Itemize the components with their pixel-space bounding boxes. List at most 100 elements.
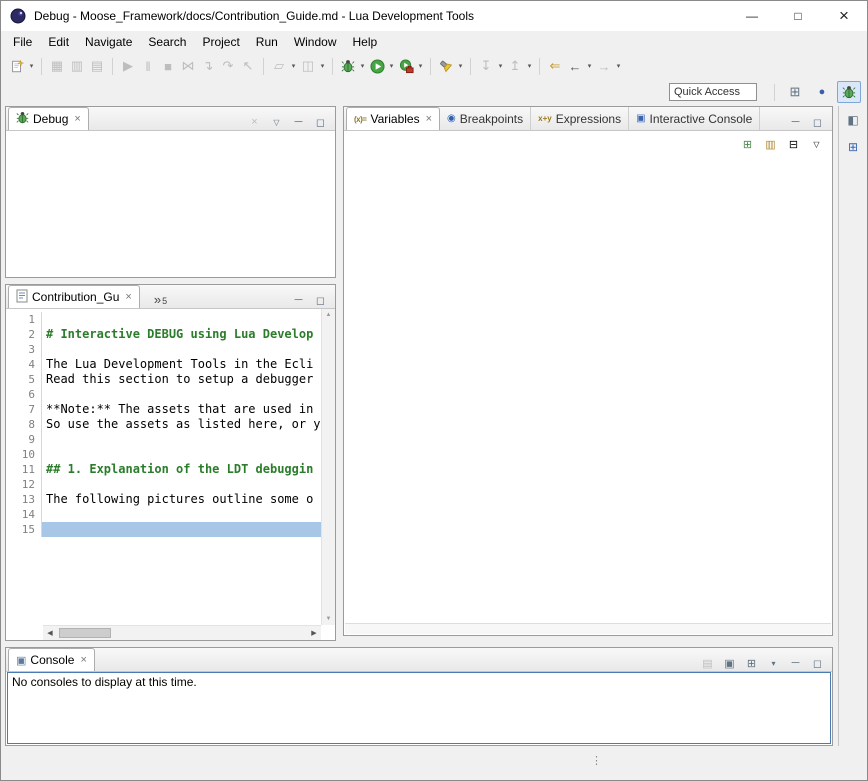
variables-view-content[interactable] (345, 157, 831, 623)
resume-button[interactable]: ▶ (118, 55, 138, 77)
tab-interactive-console[interactable]: ▣ Interactive Console (629, 107, 760, 130)
close-icon[interactable]: × (426, 113, 432, 125)
pin-console-icon[interactable]: ▤ (700, 655, 715, 671)
editor-horizontal-scrollbar[interactable]: ◀ ▶ (43, 625, 321, 640)
step-over-button[interactable]: ↷ (218, 55, 238, 77)
tab-expressions[interactable]: x+y Expressions (531, 107, 629, 130)
next-annotation-dropdown-icon[interactable]: ▾ (496, 55, 505, 77)
previous-annotation-dropdown-icon[interactable]: ▾ (525, 55, 534, 77)
new-dropdown-icon[interactable]: ▾ (27, 55, 36, 77)
open-perspective-button[interactable]: ⊞ (783, 81, 807, 103)
tab-variables[interactable]: (x)= Variables × (346, 107, 440, 130)
line-number[interactable]: 5 (6, 372, 42, 387)
minimize-view-icon[interactable]: ─ (788, 655, 803, 671)
close-icon[interactable]: × (125, 291, 131, 303)
forward-dropdown-icon[interactable]: ▾ (614, 55, 623, 77)
line-number[interactable]: 1 (6, 312, 42, 327)
lua-perspective-button[interactable]: ● (810, 81, 834, 103)
previous-annotation-button[interactable]: ↥ (505, 55, 525, 77)
menu-search[interactable]: Search (140, 33, 194, 51)
forward-button[interactable]: → (594, 55, 614, 77)
hidden-editors-chevron[interactable]: » 5 (140, 294, 176, 308)
search-dropdown-icon[interactable]: ▾ (456, 55, 465, 77)
editor-line[interactable]: 4The Lua Development Tools in the Ecli (6, 357, 321, 372)
line-number[interactable]: 11 (6, 462, 42, 477)
new-button[interactable] (7, 55, 27, 77)
view-menu-icon[interactable]: ▽ (269, 114, 284, 130)
scroll-down-icon[interactable]: ▼ (326, 616, 332, 622)
scrollbar-thumb[interactable] (59, 628, 111, 638)
step-into-button[interactable]: ↴ (198, 55, 218, 77)
minimized-view-icon[interactable]: ⊞ (844, 138, 862, 156)
editor-lines[interactable]: 12# Interactive DEBUG using Lua Develop3… (6, 309, 321, 625)
next-annotation-button[interactable]: ↧ (476, 55, 496, 77)
line-number[interactable]: 13 (6, 492, 42, 507)
minimize-view-icon[interactable]: ─ (788, 114, 803, 130)
editor-line[interactable]: 1 (6, 312, 321, 327)
external-tools-dropdown-icon[interactable]: ▾ (416, 55, 425, 77)
quick-access-input[interactable]: Quick Access (669, 83, 757, 101)
print-button[interactable]: ▤ (87, 55, 107, 77)
run-button[interactable] (367, 55, 387, 77)
tab-contribution-guide[interactable]: Contribution_Gu × (8, 285, 140, 308)
search-button[interactable] (436, 55, 456, 77)
tab-debug[interactable]: Debug × (8, 107, 89, 130)
close-icon[interactable]: × (74, 113, 80, 125)
step-return-button[interactable]: ↖ (238, 55, 258, 77)
close-icon[interactable]: × (80, 654, 86, 666)
save-all-button[interactable]: ▥ (67, 55, 87, 77)
menu-file[interactable]: File (5, 33, 40, 51)
external-tools-button[interactable] (396, 55, 416, 77)
minimize-view-icon[interactable]: ─ (291, 292, 306, 308)
run-dropdown-icon[interactable]: ▾ (387, 55, 396, 77)
line-number[interactable]: 2 (6, 327, 42, 342)
editor-line[interactable]: 9 (6, 432, 321, 447)
line-number[interactable]: 15 (6, 522, 42, 537)
run-to-line-dropdown-icon[interactable]: ▾ (318, 55, 327, 77)
maximize-view-icon[interactable]: ◻ (313, 114, 328, 130)
disconnect-button[interactable]: ⋈ (178, 55, 198, 77)
debug-button[interactable] (338, 55, 358, 77)
editor-line[interactable]: 3 (6, 342, 321, 357)
line-number[interactable]: 14 (6, 507, 42, 522)
launch-config-button[interactable]: ▱ (269, 55, 289, 77)
minimize-button[interactable]: — (729, 1, 775, 31)
editor-line[interactable]: 5Read this section to setup a debugger (6, 372, 321, 387)
menu-help[interactable]: Help (345, 33, 386, 51)
variables-scrollbar[interactable] (345, 623, 831, 634)
line-number[interactable]: 3 (6, 342, 42, 357)
menu-project[interactable]: Project (194, 33, 247, 51)
tab-breakpoints[interactable]: ◉ Breakpoints (440, 107, 531, 130)
minimize-view-icon[interactable]: ─ (291, 114, 306, 130)
show-logical-structure-icon[interactable]: ⊞ (740, 136, 755, 152)
maximize-button[interactable]: □ (775, 1, 821, 31)
maximize-view-icon[interactable]: ◻ (810, 655, 825, 671)
open-console-icon[interactable]: ⊞ (744, 655, 759, 671)
tab-console[interactable]: ▣ Console × (8, 648, 95, 671)
scroll-right-icon[interactable]: ▶ (307, 626, 321, 640)
launch-config-dropdown-icon[interactable]: ▾ (289, 55, 298, 77)
menu-navigate[interactable]: Navigate (77, 33, 140, 51)
editor-line[interactable]: 11## 1. Explanation of the LDT debuggin (6, 462, 321, 477)
last-edit-location-button[interactable]: ⇐ (545, 55, 565, 77)
close-button[interactable]: × (821, 1, 867, 31)
menu-edit[interactable]: Edit (40, 33, 77, 51)
editor-line[interactable]: 15 (6, 522, 321, 537)
maximize-view-icon[interactable]: ◻ (313, 292, 328, 308)
show-columns-icon[interactable]: ▥ (763, 136, 778, 152)
open-console-dropdown-icon[interactable]: ▾ (766, 655, 781, 671)
run-to-line-button[interactable]: ◫ (298, 55, 318, 77)
line-number[interactable]: 9 (6, 432, 42, 447)
scroll-left-icon[interactable]: ◀ (43, 626, 57, 640)
view-menu-icon[interactable]: ▽ (809, 136, 824, 152)
menu-run[interactable]: Run (248, 33, 286, 51)
collapse-all-icon[interactable]: ⊟ (786, 136, 801, 152)
editor-line[interactable]: 8So use the assets as listed here, or y (6, 417, 321, 432)
line-number[interactable]: 12 (6, 477, 42, 492)
editor-line[interactable]: 6 (6, 387, 321, 402)
line-number[interactable]: 10 (6, 447, 42, 462)
editor-line[interactable]: 12 (6, 477, 321, 492)
editor-line[interactable]: 13The following pictures outline some o (6, 492, 321, 507)
scroll-up-icon[interactable]: ▲ (326, 312, 332, 318)
editor-vertical-scrollbar[interactable]: ▲ ▼ (321, 309, 335, 625)
